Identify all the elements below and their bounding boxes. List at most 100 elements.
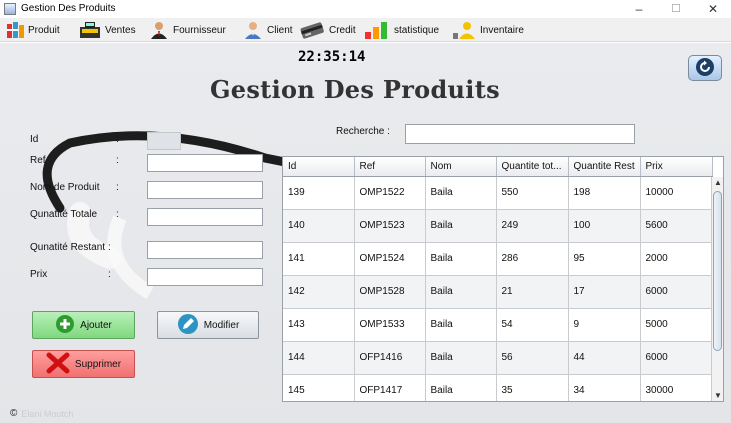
maximize-button[interactable]: ☐ xyxy=(659,0,693,18)
cell-ref: OMP1528 xyxy=(354,275,426,309)
quantite-totale-colon: : xyxy=(116,209,119,220)
cell-id: 141 xyxy=(283,242,355,276)
col-header-id[interactable]: Id xyxy=(283,157,355,177)
table-row[interactable]: 144 OFP1416 Baila 56 44 6000 xyxy=(283,341,713,375)
menu-credit[interactable]: Credit xyxy=(299,21,356,39)
table-row[interactable]: 140 OMP1523 Baila 249 100 5600 xyxy=(283,209,713,243)
menu-client[interactable]: Client xyxy=(243,21,293,39)
menu-ventes-label: Ventes xyxy=(105,24,136,36)
scroll-thumb[interactable] xyxy=(713,191,722,351)
menu-fournisseur-label: Fournisseur xyxy=(173,24,226,36)
cell-id: 145 xyxy=(283,374,355,401)
cell-quantite-restant: 34 xyxy=(568,374,641,401)
prix-colon: : xyxy=(108,269,111,280)
cell-nom: Baila xyxy=(425,176,497,210)
cell-id: 142 xyxy=(283,275,355,309)
cell-quantite-restant: 9 xyxy=(568,308,641,342)
main-panel: 22:35:14 Gestion Des Produits Id : Ref :… xyxy=(0,43,731,423)
prix-label: Prix xyxy=(30,269,48,280)
cell-ref: OFP1416 xyxy=(354,341,426,375)
col-header-quantite-totale[interactable]: Quantite tot... xyxy=(496,157,569,177)
businessman-icon xyxy=(149,21,169,39)
table-header-row: Id Ref Nom Quantite tot... Quantite Rest… xyxy=(283,157,713,177)
menu-statistique[interactable]: statistique xyxy=(364,21,439,39)
cell-quantite-totale: 21 xyxy=(496,275,569,309)
add-button[interactable]: Ajouter xyxy=(32,311,135,339)
quantite-restant-colon: : xyxy=(108,242,111,253)
table-row[interactable]: 141 OMP1524 Baila 286 95 2000 xyxy=(283,242,713,276)
copyright-icon: © xyxy=(10,408,18,419)
delete-button[interactable]: Supprimer xyxy=(32,350,135,378)
cell-prix: 6000 xyxy=(640,275,713,309)
modify-button-label: Modifier xyxy=(203,319,240,331)
cell-prix: 30000 xyxy=(640,374,713,401)
nom-produit-label: Nom de Produit xyxy=(30,182,100,193)
ref-input[interactable] xyxy=(147,154,263,172)
menu-client-label: Client xyxy=(267,24,293,36)
credit-card-icon xyxy=(299,21,325,39)
cell-nom: Baila xyxy=(425,209,497,243)
inventory-user-icon xyxy=(452,21,476,39)
window-title: Gestion Des Produits xyxy=(21,3,116,14)
cell-prix: 6000 xyxy=(640,341,713,375)
scroll-up-arrow-icon[interactable]: ▲ xyxy=(712,177,723,189)
col-header-prix[interactable]: Prix xyxy=(640,157,713,177)
cell-quantite-restant: 95 xyxy=(568,242,641,276)
delete-button-label: Supprimer xyxy=(74,358,122,370)
cell-quantite-restant: 198 xyxy=(568,176,641,210)
table-row[interactable]: 142 OMP1528 Baila 21 17 6000 xyxy=(283,275,713,309)
menu-bar: Produit Ventes Fournisseur Client Credit… xyxy=(0,18,731,42)
col-header-ref[interactable]: Ref xyxy=(354,157,426,177)
refresh-button[interactable] xyxy=(688,55,722,81)
table-row[interactable]: 139 OMP1522 Baila 550 198 10000 xyxy=(283,176,713,210)
quantite-totale-label: Qunatité Totale xyxy=(30,209,98,220)
cell-nom: Baila xyxy=(425,308,497,342)
prix-input[interactable] xyxy=(147,268,263,286)
cell-nom: Baila xyxy=(425,374,497,401)
menu-ventes[interactable]: Ventes xyxy=(79,21,136,39)
minimize-button[interactable]: – xyxy=(622,0,656,18)
id-field[interactable] xyxy=(147,132,181,150)
menu-credit-label: Credit xyxy=(329,24,356,36)
menu-inventaire[interactable]: Inventaire xyxy=(452,21,524,39)
cell-prix: 2000 xyxy=(640,242,713,276)
plus-icon xyxy=(55,314,75,337)
cell-id: 144 xyxy=(283,341,355,375)
cell-quantite-totale: 54 xyxy=(496,308,569,342)
cell-quantite-restant: 100 xyxy=(568,209,641,243)
search-input[interactable] xyxy=(405,124,635,144)
cell-id: 140 xyxy=(283,209,355,243)
quantite-totale-input[interactable] xyxy=(147,208,263,226)
menu-statistique-label: statistique xyxy=(394,24,440,36)
ref-label: Ref xyxy=(30,155,46,166)
menu-fournisseur[interactable]: Fournisseur xyxy=(149,21,226,39)
scroll-down-arrow-icon[interactable]: ▼ xyxy=(712,390,723,401)
close-button[interactable]: ✕ xyxy=(696,0,730,18)
col-header-nom[interactable]: Nom xyxy=(425,157,497,177)
title-bar: Gestion Des Produits – ☐ ✕ xyxy=(0,0,731,18)
modify-button[interactable]: Modifier xyxy=(157,311,259,339)
nom-produit-input[interactable] xyxy=(147,181,263,199)
cell-ref: OMP1524 xyxy=(354,242,426,276)
table-scrollbar[interactable]: ▲ ▼ xyxy=(711,177,723,401)
pencil-icon xyxy=(177,313,199,338)
user-icon xyxy=(243,21,263,39)
quantite-restant-label: Qunatité Restant xyxy=(30,242,106,253)
footer-author: Elani Moutch xyxy=(21,408,74,419)
cell-quantite-totale: 56 xyxy=(496,341,569,375)
cell-quantite-totale: 35 xyxy=(496,374,569,401)
cell-ref: OMP1533 xyxy=(354,308,426,342)
products-table[interactable]: Id Ref Nom Quantite tot... Quantite Rest… xyxy=(282,156,724,402)
cell-quantite-restant: 44 xyxy=(568,341,641,375)
table-row[interactable]: 143 OMP1533 Baila 54 9 5000 xyxy=(283,308,713,342)
refresh-icon xyxy=(695,57,715,80)
books-icon xyxy=(6,21,24,39)
quantite-restant-input[interactable] xyxy=(147,241,263,259)
table-row[interactable]: 145 OFP1417 Baila 35 34 30000 xyxy=(283,374,713,401)
cell-ref: OFP1417 xyxy=(354,374,426,401)
cell-nom: Baila xyxy=(425,341,497,375)
col-header-quantite-restant[interactable]: Quantite Rest xyxy=(568,157,641,177)
menu-produit[interactable]: Produit xyxy=(6,21,60,39)
table-body: 139 OMP1522 Baila 550 198 10000 140 OMP1… xyxy=(283,176,713,401)
menu-produit-label: Produit xyxy=(28,24,60,36)
